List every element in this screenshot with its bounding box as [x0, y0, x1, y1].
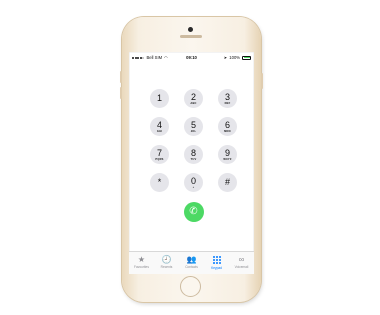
key-letters: PQRS	[155, 157, 164, 161]
phone-screen: Bell SIM ◠ 09:10 ➤ 100% 1 2 ABC 3 DEF 4 GHI 5 JK…	[129, 52, 254, 274]
key-2[interactable]: 2 ABC	[184, 89, 203, 108]
volume-up-button	[120, 71, 122, 83]
key-digit: #	[224, 177, 230, 187]
key-digit: 4	[156, 119, 162, 130]
key-star[interactable]: *	[150, 173, 169, 192]
key-letters: GHI	[156, 129, 163, 133]
earpiece-speaker	[180, 35, 202, 38]
key-4[interactable]: 4 GHI	[150, 117, 169, 136]
key-digit: 1	[156, 93, 162, 103]
key-letters: WXYZ	[223, 157, 232, 161]
tab-label: Recents	[160, 265, 173, 269]
key-letters: DEF	[224, 101, 231, 105]
key-7[interactable]: 7 PQRS	[150, 145, 169, 164]
dial-keypad: 1 2 ABC 3 DEF 4 GHI 5 JKL 6 MNO 7 PQRS 8 TUV 9 WXYZ * 0 + #	[129, 52, 254, 274]
tab-voicemail[interactable]: ∞ Voicemail	[229, 252, 254, 274]
key-9[interactable]: 9 WXYZ	[218, 145, 237, 164]
key-8[interactable]: 8 TUV	[184, 145, 203, 164]
call-button[interactable]: ✆	[183, 202, 204, 222]
tab-keypad[interactable]: Keypad	[204, 252, 229, 274]
key-0[interactable]: 0 +	[184, 173, 203, 192]
key-digit: 2	[190, 91, 196, 102]
front-camera	[188, 27, 193, 32]
key-digit: 7	[156, 147, 162, 158]
key-6[interactable]: 6 MNO	[218, 117, 237, 136]
phone-icon: ✆	[189, 206, 198, 217]
key-hash[interactable]: #	[218, 173, 237, 192]
tab-label: Favourites	[134, 265, 149, 269]
key-letters: TUV	[190, 157, 197, 161]
key-digit: *	[157, 177, 162, 187]
key-digit: 6	[224, 119, 230, 130]
key-letters: JKL	[190, 129, 197, 133]
tab-favourites[interactable]: ★ Favourites	[129, 252, 154, 274]
key-letters: ABC	[190, 101, 197, 105]
key-digit: 0	[190, 175, 196, 186]
clock-icon: 🕘	[161, 255, 172, 264]
tab-recents[interactable]: 🕘 Recents	[154, 252, 179, 274]
tab-bar: ★ Favourites 🕘 Recents 👥 Contacts Keypad ∞ Voice…	[129, 251, 254, 274]
voicemail-icon: ∞	[238, 255, 245, 264]
key-digit: 8	[190, 147, 196, 158]
home-button[interactable]	[180, 276, 201, 297]
tab-label: Voicemail	[234, 265, 249, 269]
star-icon: ★	[137, 255, 146, 264]
key-1[interactable]: 1	[150, 89, 169, 108]
power-button	[261, 73, 263, 89]
key-digit: 5	[190, 119, 196, 130]
volume-down-button	[120, 87, 122, 99]
keypad-icon	[212, 256, 221, 264]
tab-label: Keypad	[211, 266, 222, 270]
tab-contacts[interactable]: 👥 Contacts	[179, 252, 204, 274]
contacts-icon: 👥	[186, 255, 197, 264]
key-letters: +	[192, 185, 195, 189]
key-letters: MNO	[224, 129, 231, 133]
key-digit: 3	[224, 91, 230, 102]
key-3[interactable]: 3 DEF	[218, 89, 237, 108]
key-digit: 9	[224, 147, 230, 158]
tab-label: Contacts	[185, 265, 198, 269]
iphone-device: Bell SIM ◠ 09:10 ➤ 100% 1 2 ABC 3 DEF 4 GHI 5 JK…	[120, 17, 263, 302]
key-5[interactable]: 5 JKL	[184, 117, 203, 136]
